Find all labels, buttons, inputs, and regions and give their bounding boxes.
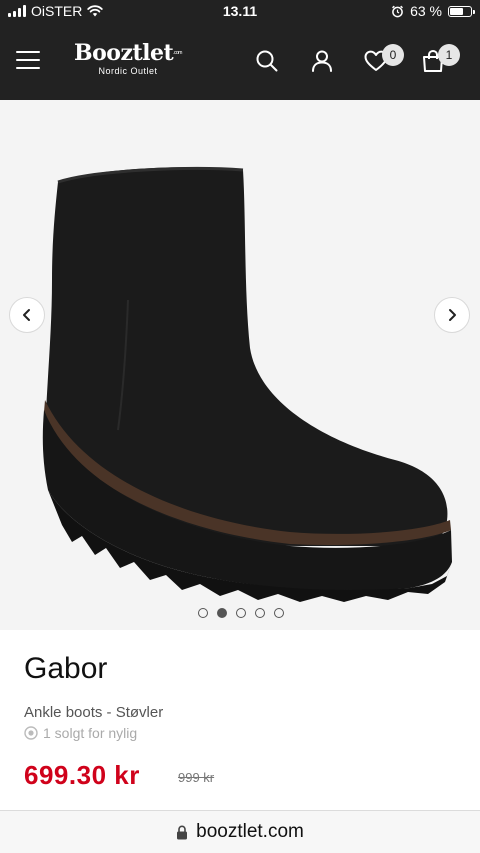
url-text: booztlet.com: [196, 821, 304, 842]
wishlist-button[interactable]: 0: [363, 44, 409, 78]
sold-icon: [24, 726, 38, 740]
site-header: Booztlet.com Nordic Outlet 0 1: [0, 22, 480, 100]
gallery-dot-2[interactable]: [217, 608, 227, 618]
product-category: Ankle boots - Støvler: [24, 704, 164, 721]
lock-icon: [177, 824, 188, 839]
gallery-pagination: [198, 608, 284, 618]
logo-text: Booztlet: [74, 40, 174, 66]
logo-subtitle: Nordic Outlet: [98, 66, 158, 76]
status-right: 63 %: [391, 3, 475, 19]
gallery-dot-4[interactable]: [255, 608, 265, 618]
product-gallery[interactable]: [0, 100, 480, 630]
sold-text: 1 solgt for nylig: [43, 725, 138, 741]
prev-image-button[interactable]: [9, 297, 45, 333]
next-image-button[interactable]: [434, 297, 470, 333]
product-image[interactable]: [0, 100, 480, 630]
browser-url-bar[interactable]: booztlet.com: [0, 810, 480, 853]
battery-fill: [450, 7, 463, 15]
gallery-dot-5[interactable]: [274, 608, 284, 618]
alarm-icon: [392, 5, 404, 17]
logo-com: .com: [173, 50, 182, 56]
chevron-right-icon: [449, 309, 456, 321]
battery-icon: [448, 5, 475, 17]
cart-button[interactable]: 1: [420, 44, 466, 78]
search-icon[interactable]: [254, 48, 280, 74]
gallery-dot-1[interactable]: [198, 608, 208, 618]
product-brand[interactable]: Gabor: [24, 652, 107, 686]
battery-percent: 63 %: [410, 3, 442, 19]
product-old-price: 999 kr: [178, 770, 215, 785]
chevron-left-icon: [23, 309, 30, 321]
product-price: 699.30 kr: [24, 760, 140, 790]
menu-icon[interactable]: [16, 51, 40, 71]
status-bar: OiSTER 13.11 63 %: [0, 0, 480, 22]
site-logo[interactable]: Booztlet.com Nordic Outlet: [68, 40, 188, 76]
cart-count-badge: 1: [438, 44, 460, 66]
sold-recently: 1 solgt for nylig: [24, 725, 137, 741]
wishlist-count-badge: 0: [382, 44, 404, 66]
user-icon[interactable]: [309, 48, 335, 74]
gallery-dot-3[interactable]: [236, 608, 246, 618]
